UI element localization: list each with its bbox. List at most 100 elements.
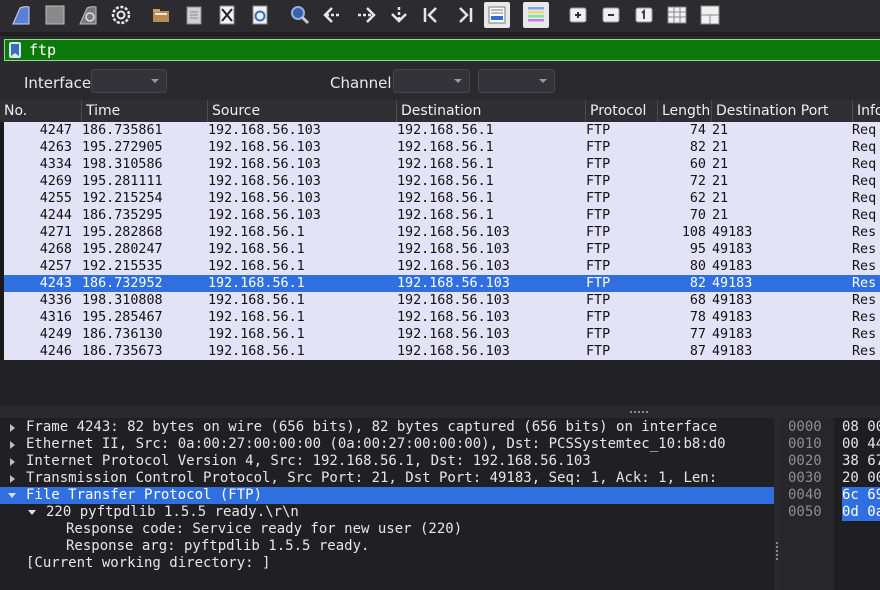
reload-file-icon[interactable] xyxy=(247,2,273,28)
packet-row[interactable]: 4334 198.310586 192.168.56.103 192.168.56.1… xyxy=(4,156,880,173)
packet-row[interactable]: 4246 186.735673 192.168.56.1 192.168.56.103… xyxy=(4,343,880,360)
packet-cell-len: 77 xyxy=(689,327,706,342)
hex-bytes[interactable]: 00 44 xyxy=(842,436,880,453)
packet-row[interactable]: 4316 195.285467 192.168.56.1 192.168.56.103… xyxy=(4,309,880,326)
go-forward-icon[interactable] xyxy=(353,2,379,28)
packet-cell-time: 192.215254 xyxy=(82,191,163,206)
first-packet-icon[interactable] xyxy=(419,2,445,28)
packet-row[interactable]: 4268 195.280247 192.168.56.1 192.168.56.103… xyxy=(4,241,880,258)
packet-row[interactable]: 4263 195.272905 192.168.56.103 192.168.56.1… xyxy=(4,139,880,156)
packet-cell-info: Res xyxy=(852,293,877,308)
expand-arrow-icon[interactable] xyxy=(28,510,36,515)
packet-cell-dst: 192.168.56.1 xyxy=(397,123,494,138)
detail-tree-row[interactable]: Response code: Service ready for new use… xyxy=(0,521,774,538)
column-header-source[interactable]: Source xyxy=(208,100,397,122)
packet-cell-no: 4263 xyxy=(39,140,72,155)
packet-row[interactable]: 4336 198.310808 192.168.56.1 192.168.56.103… xyxy=(4,292,880,309)
layout-icon[interactable] xyxy=(697,2,723,28)
packet-row[interactable]: 4269 195.281111 192.168.56.103 192.168.56.1… xyxy=(4,173,880,190)
interface-select[interactable] xyxy=(91,69,167,93)
zoom-out-icon[interactable] xyxy=(598,2,624,28)
column-header-length[interactable]: Length xyxy=(658,100,712,122)
filter-text[interactable]: ftp xyxy=(29,41,56,59)
go-to-packet-icon[interactable] xyxy=(386,2,412,28)
packet-cell-src: 192.168.56.1 xyxy=(208,327,305,342)
shark-fin-start-icon[interactable] xyxy=(8,2,34,28)
shark-fin-restart-icon[interactable] xyxy=(75,2,101,28)
hex-bytes[interactable]: 08 00 xyxy=(842,419,880,436)
colorize-icon[interactable] xyxy=(523,2,549,28)
stop-square-icon[interactable] xyxy=(42,2,68,28)
zoom-in-icon[interactable] xyxy=(565,2,591,28)
open-folder-icon[interactable] xyxy=(148,2,174,28)
packet-cell-len: 95 xyxy=(689,242,706,257)
packet-cell-dport: 49183 xyxy=(712,344,753,359)
packet-bytes-pane[interactable]: 0000 0010 0020 0030 0040 0050 08 00 00 44 38 67… xyxy=(780,418,880,590)
detail-tree-row[interactable]: Frame 4243: 82 bytes on wire (656 bits),… xyxy=(0,419,774,436)
packet-rows: 4247 186.735861 192.168.56.103 192.168.56.1… xyxy=(4,122,880,360)
go-back-icon[interactable] xyxy=(320,2,346,28)
pane-splitter[interactable] xyxy=(0,406,880,418)
save-file-icon[interactable] xyxy=(181,2,207,28)
collapse-arrow-icon[interactable] xyxy=(10,424,15,432)
close-file-icon[interactable] xyxy=(214,2,240,28)
collapse-arrow-icon[interactable] xyxy=(10,458,15,466)
hex-bytes[interactable]: 38 67 xyxy=(842,453,880,470)
last-packet-icon[interactable] xyxy=(451,2,477,28)
channel-width-select[interactable] xyxy=(478,69,555,93)
packet-cell-dst: 192.168.56.1 xyxy=(397,157,494,172)
packet-cell-len: 62 xyxy=(689,191,706,206)
column-header-destination[interactable]: Destination xyxy=(397,100,586,122)
column-header-destination-port[interactable]: Destination Port xyxy=(712,100,853,122)
packet-row[interactable]: 4257 192.215535 192.168.56.1 192.168.56.103… xyxy=(4,258,880,275)
hex-bytes[interactable]: 20 00 xyxy=(842,470,880,487)
find-magnifier-icon[interactable] xyxy=(287,2,313,28)
column-header-no[interactable]: No. xyxy=(0,100,82,122)
chevron-down-icon xyxy=(539,79,547,83)
packet-cell-dport: 21 xyxy=(712,123,729,138)
bookmark-icon[interactable] xyxy=(9,42,21,58)
column-header-protocol[interactable]: Protocol xyxy=(586,100,658,122)
packet-row[interactable]: 4249 186.736130 192.168.56.1 192.168.56.103… xyxy=(4,326,880,343)
packet-cell-src: 192.168.56.103 xyxy=(208,140,321,155)
autoscroll-icon[interactable] xyxy=(484,2,510,28)
expand-arrow-icon[interactable] xyxy=(8,493,16,498)
normal-size-icon[interactable] xyxy=(631,2,657,28)
detail-tree-row[interactable]: Internet Protocol Version 4, Src: 192.16… xyxy=(0,453,774,470)
packet-row[interactable]: 4243 186.732952 192.168.56.1 192.168.56.103… xyxy=(4,275,880,292)
packet-cell-proto: FTP xyxy=(586,259,611,274)
gear-options-icon[interactable] xyxy=(108,2,134,28)
packet-cell-no: 4271 xyxy=(39,225,72,240)
display-filter-input[interactable]: ftp xyxy=(4,39,880,61)
packet-cell-dport: 49183 xyxy=(712,276,753,291)
detail-tree-row[interactable]: File Transfer Protocol (FTP) xyxy=(0,487,774,504)
detail-tree-row[interactable]: Response arg: pyftpdlib 1.5.5 ready. xyxy=(0,538,774,555)
byte-offset: 0020 xyxy=(788,453,822,469)
column-header-time[interactable]: Time xyxy=(82,100,208,122)
packet-cell-no: 4316 xyxy=(39,310,72,325)
splitter-grip[interactable] xyxy=(630,411,648,415)
resize-columns-icon[interactable] xyxy=(664,2,690,28)
packet-cell-proto: FTP xyxy=(586,191,611,206)
packet-row[interactable]: 4244 186.735295 192.168.56.103 192.168.56.1… xyxy=(4,207,880,224)
packet-cell-time: 195.280247 xyxy=(82,242,163,257)
hex-bytes[interactable]: 6c 69 xyxy=(842,487,880,504)
packet-cell-dport: 49183 xyxy=(712,259,753,274)
packet-row[interactable]: 4255 192.215254 192.168.56.103 192.168.56.1… xyxy=(4,190,880,207)
packet-row[interactable]: 4247 186.735861 192.168.56.103 192.168.56.1… xyxy=(4,122,880,139)
hex-bytes[interactable]: 0d 0a xyxy=(842,504,880,521)
detail-tree-row[interactable]: 220 pyftpdlib 1.5.5 ready.\r\n xyxy=(0,504,774,521)
collapse-arrow-icon[interactable] xyxy=(10,441,15,449)
packet-row[interactable]: 4271 195.282868 192.168.56.1 192.168.56.103… xyxy=(4,224,880,241)
packet-cell-dport: 21 xyxy=(712,174,729,189)
packet-cell-no: 4247 xyxy=(39,123,72,138)
detail-tree-row[interactable]: Ethernet II, Src: 0a:00:27:00:00:00 (0a:… xyxy=(0,436,774,453)
column-header-info[interactable]: Info xyxy=(853,100,880,122)
detail-tree-row[interactable]: Transmission Control Protocol, Src Port:… xyxy=(0,470,774,487)
packet-details-tree[interactable]: Frame 4243: 82 bytes on wire (656 bits),… xyxy=(0,418,774,590)
channel-select[interactable] xyxy=(393,69,470,93)
packet-cell-dport: 49183 xyxy=(712,225,753,240)
packet-list[interactable]: No. Time Source Destination Protocol Len… xyxy=(0,100,880,406)
detail-tree-row[interactable]: [Current working directory: ] xyxy=(0,555,774,572)
collapse-arrow-icon[interactable] xyxy=(10,475,15,483)
